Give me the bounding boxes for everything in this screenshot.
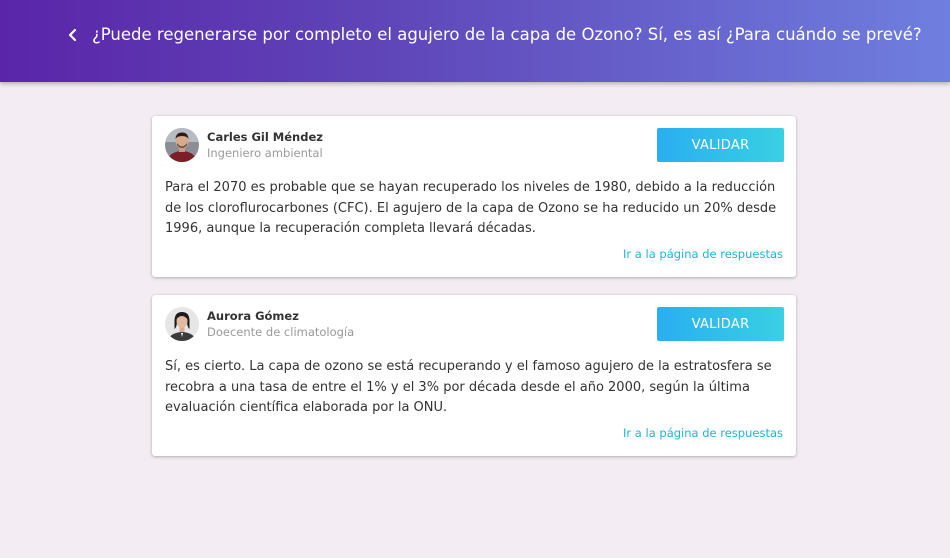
chevron-left-icon	[68, 28, 77, 42]
answer-text: Para el 2070 es probable que se hayan re…	[165, 180, 777, 236]
avatar	[165, 307, 199, 341]
avatar	[165, 128, 199, 162]
answer-card: Aurora Gómez Doecente de climatología VA…	[152, 295, 796, 456]
answer-card: Carles Gil Méndez Ingeniero ambiental VA…	[152, 116, 796, 277]
answers-page-link[interactable]: Ir a la página de respuestas	[623, 247, 783, 261]
author-name: Carles Gil Méndez	[207, 130, 323, 144]
validate-button[interactable]: VALIDAR	[657, 307, 784, 341]
page-title: ¿Puede regenerarse por completo el aguje…	[92, 25, 922, 44]
answers-page-link[interactable]: Ir a la página de respuestas	[623, 426, 783, 440]
back-button[interactable]	[62, 24, 84, 46]
answer-text: Sí, es cierto. La capa de ozono se está …	[165, 359, 772, 415]
avatar-photo	[165, 128, 199, 162]
top-bar: ¿Puede regenerarse por completo el aguje…	[0, 0, 950, 82]
author-role: Doecente de climatología	[207, 325, 355, 339]
validate-button[interactable]: VALIDAR	[657, 128, 784, 162]
author-name: Aurora Gómez	[207, 309, 299, 323]
author-role: Ingeniero ambiental	[207, 146, 323, 160]
avatar-photo	[165, 307, 199, 341]
